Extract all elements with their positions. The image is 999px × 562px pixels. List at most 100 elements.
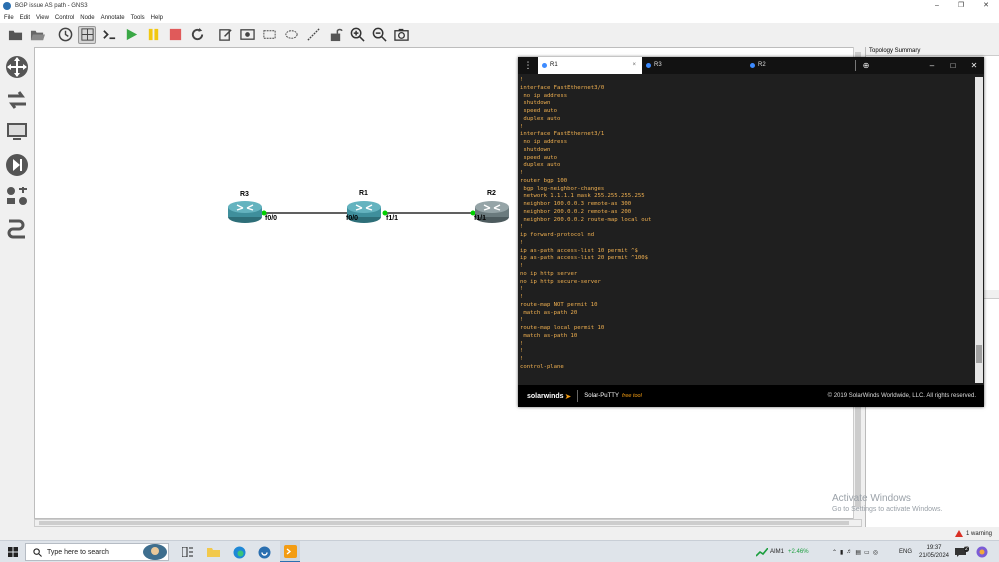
warning-indicator[interactable]: 1 warning <box>955 530 992 537</box>
minimize-window-button[interactable]: – <box>926 0 948 12</box>
menu-view[interactable]: View <box>36 15 49 21</box>
canvas-horizontal-scrollbar[interactable] <box>34 519 862 527</box>
lock-items-button[interactable] <box>326 26 344 44</box>
zoom-out-button[interactable] <box>370 26 388 44</box>
gns3-taskbar-button[interactable] <box>256 541 272 562</box>
putty-tab-r3[interactable]: R3 <box>642 57 746 74</box>
draw-line-button[interactable] <box>304 26 322 44</box>
close-window-button[interactable]: ✕ <box>975 0 997 12</box>
network-icon[interactable]: ▤ <box>855 549 864 556</box>
menu-file[interactable]: File <box>4 15 14 21</box>
warning-text: 1 warning <box>966 530 993 537</box>
mic-icon[interactable]: ◎ <box>873 549 881 556</box>
putty-maximize-button[interactable]: □ <box>943 57 963 74</box>
chevron-up-icon[interactable]: ⌃ <box>832 549 840 556</box>
main-toolbar <box>0 23 860 46</box>
putty-tab-bar: ⋮ R1 × R3 R2 <box>518 57 984 74</box>
terminal-line: network 1.1.1.1 mask 255.255.255.255 <box>520 193 645 200</box>
putty-close-button[interactable]: ✕ <box>964 57 984 74</box>
add-note-button[interactable] <box>216 26 234 44</box>
putty-minimize-button[interactable]: – <box>922 57 942 74</box>
suspend-all-button[interactable] <box>144 26 162 44</box>
putty-tab-r1[interactable]: R1 × <box>538 57 642 74</box>
add-link-button[interactable] <box>5 217 29 241</box>
draw-ellipse-button[interactable] <box>282 26 300 44</box>
scroll-thumb[interactable] <box>39 521 849 525</box>
menu-tools[interactable]: Tools <box>131 15 145 21</box>
putty-tab-r2[interactable]: R2 <box>746 57 850 74</box>
cable-icon <box>7 219 25 239</box>
display-icon[interactable]: ▭ <box>864 549 873 556</box>
terminal-line: speed auto <box>520 154 558 161</box>
start-all-button[interactable] <box>122 26 140 44</box>
terminal-line: ! <box>520 77 524 83</box>
language-indicator[interactable]: ENG <box>899 541 912 562</box>
menu-help[interactable]: Help <box>151 15 163 21</box>
menu-edit[interactable]: Edit <box>20 15 30 21</box>
terminal-line: match as-path 20 <box>520 309 578 316</box>
zoom-out-icon <box>372 27 387 42</box>
terminal-line: ip forward-protocol nd <box>520 232 595 238</box>
maximize-window-button[interactable]: ❐ <box>950 0 972 12</box>
menu-node[interactable]: Node <box>80 15 94 21</box>
solarwinds-logo-text: solarwinds <box>527 392 564 400</box>
search-placeholder: Type here to search <box>47 548 109 556</box>
menu-control[interactable]: Control <box>55 15 74 21</box>
menu-annotate[interactable]: Annotate <box>101 15 125 21</box>
monitor-icon <box>7 123 27 140</box>
browse-switches-button[interactable] <box>5 88 29 112</box>
terminal-line: ! <box>520 263 524 269</box>
terminal-line: control-plane <box>520 363 564 370</box>
terminal-line: ! <box>520 348 524 355</box>
console-all-button[interactable] <box>100 26 118 44</box>
show-interface-labels-button[interactable] <box>78 25 96 44</box>
terminal-line: ip as-path access-list 20 permit ^100$ <box>520 255 648 262</box>
notifications-button[interactable]: 2 <box>955 541 969 562</box>
close-tab-icon[interactable]: × <box>632 57 636 74</box>
browse-security-devices-button[interactable] <box>5 153 29 177</box>
browse-routers-button[interactable] <box>5 55 29 79</box>
open-project-button[interactable] <box>28 26 46 44</box>
terminal-output[interactable]: ! interface FastEthernet3/0 no ip address… <box>520 77 976 383</box>
terminal-line: router bgp 100 <box>520 177 568 184</box>
router-r3-icon[interactable] <box>227 200 263 224</box>
search-highlight-image[interactable] <box>141 541 169 562</box>
terminal-scrollbar[interactable] <box>975 77 983 383</box>
stock-widget[interactable]: AIM1 +2.46% <box>756 541 809 562</box>
draw-rectangle-button[interactable] <box>260 26 278 44</box>
port-label-r3-f0-0: f0/0 <box>265 215 278 222</box>
screenshot-button[interactable] <box>392 26 410 44</box>
terminal-line: ! <box>520 286 524 293</box>
search-icon <box>33 547 42 557</box>
snapshot-button[interactable] <box>56 26 74 44</box>
copilot-button[interactable] <box>976 541 988 562</box>
insert-picture-button[interactable] <box>238 26 256 44</box>
stop-all-button[interactable] <box>166 26 184 44</box>
scroll-thumb[interactable] <box>976 345 982 363</box>
start-button[interactable] <box>4 541 22 562</box>
gns3-icon <box>258 546 270 558</box>
solar-putty-taskbar-button[interactable] <box>280 541 300 562</box>
new-session-icon[interactable]: ⊕ <box>856 57 876 74</box>
task-view-button[interactable] <box>179 541 195 562</box>
putty-tab-label: R1 <box>550 62 558 68</box>
terminal-line: no ip http secure-server <box>520 278 601 285</box>
clock[interactable]: 19:37 21/05/2024 <box>918 541 950 562</box>
router-label-r3: R3 <box>240 191 249 198</box>
tray-icons[interactable]: ⌃ ▮ ♬ ▤ ▭ ◎ <box>832 541 881 562</box>
zoom-in-button[interactable] <box>348 26 366 44</box>
terminal-line: ip as-path access-list 10 permit ^$ <box>520 247 638 254</box>
speaker-icon[interactable]: ♬ <box>846 549 855 555</box>
putty-menu-button[interactable]: ⋮ <box>518 57 538 74</box>
reload-all-button[interactable] <box>188 26 206 44</box>
session-status-dot <box>542 63 547 68</box>
browse-end-devices-button[interactable] <box>5 120 29 144</box>
file-explorer-button[interactable] <box>205 541 221 562</box>
browse-all-devices-button[interactable] <box>5 185 29 209</box>
edge-browser-button[interactable] <box>231 541 247 562</box>
terminal-icon <box>102 30 115 40</box>
router-label-r2: R2 <box>487 190 496 197</box>
new-project-button[interactable] <box>6 26 24 44</box>
window-titlebar: BGP issue AS path - GNS3 <box>0 0 999 12</box>
solarwinds-flame-icon: ➤ <box>564 391 572 401</box>
